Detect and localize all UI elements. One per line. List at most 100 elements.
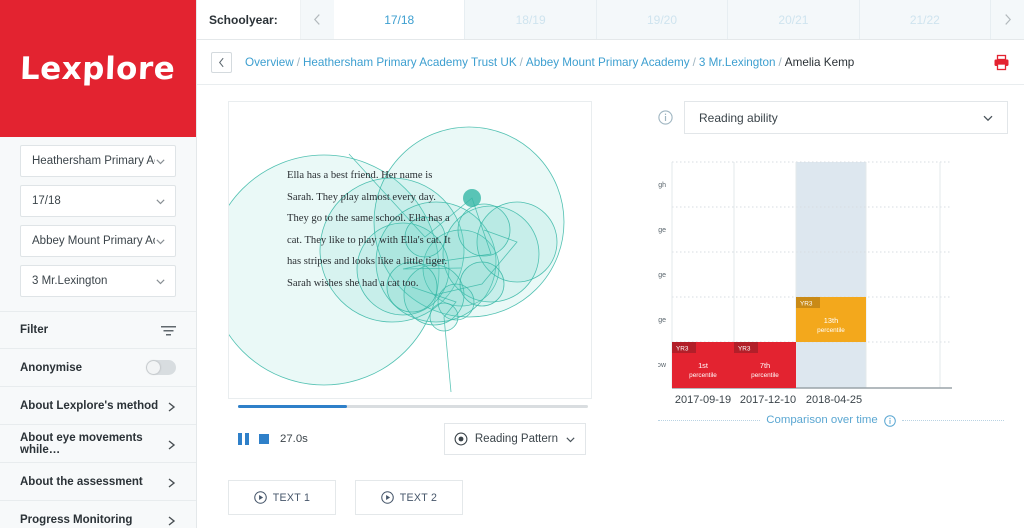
bar-unit-label: percentile [817, 327, 845, 334]
text-2-button[interactable]: TEXT 2 [355, 480, 463, 515]
gaze-plot-card[interactable]: Ella has a best friend. Her name is Sara… [228, 101, 592, 399]
schoolyear-tab-20-21[interactable]: 20/21 [728, 0, 860, 39]
breadcrumb-current-student: Amelia Kemp [784, 55, 855, 69]
info-icon[interactable] [658, 110, 673, 125]
playback-seekbar[interactable] [238, 405, 588, 408]
chevron-down-icon [155, 196, 166, 207]
reading-ability-chart[interactable]: YR3 1st percentile YR3 7th percentile YR… [658, 158, 1008, 406]
trust-select-wrap: Heathersham Primary Ac. [0, 137, 196, 177]
chevron-down-icon [155, 276, 166, 287]
chart-bar-2017-12-10: YR3 7th percentile [734, 342, 796, 388]
metric-select[interactable]: Reading ability [684, 101, 1008, 134]
divider-right [901, 419, 1005, 421]
text-2-label: TEXT 2 [399, 491, 438, 504]
chart-svg: YR3 1st percentile YR3 7th percentile YR… [658, 161, 952, 406]
schoolyear-bar: Schoolyear: 17/18 18/19 19/20 20/21 21/2… [197, 0, 1024, 40]
playback-time: 27.0s [280, 433, 308, 445]
class-select-value: 3 Mr.Lexington [32, 275, 108, 287]
filter-row[interactable]: Filter [0, 311, 196, 349]
brand-logo-text: Lexplore [19, 50, 177, 87]
schoolyear-label: Schoolyear: [197, 0, 301, 39]
x-tick-1: 2017-09-19 [675, 394, 731, 406]
playback-controls: 27.0s Reading Pattern TEXT 1 TEXT 2 [228, 399, 592, 515]
content-area: Ella has a best friend. Her name is Sara… [197, 85, 1024, 515]
filter-icon [161, 324, 176, 336]
breadcrumb-separator: / [692, 55, 696, 69]
reading-pattern-dropdown[interactable]: Reading Pattern [443, 423, 586, 455]
playback-row: 27.0s Reading Pattern [228, 423, 592, 455]
chevron-right-icon [167, 476, 176, 488]
story-line: cat. They like to play with Ella's cat. … [287, 234, 451, 246]
info-icon[interactable] [883, 414, 896, 427]
school-select-value: Abbey Mount Primary Ac [32, 235, 155, 247]
schoolyear-tab-18-19[interactable]: 18/19 [465, 0, 597, 39]
sidebar-item-label: About the assessment [20, 475, 143, 488]
chart-header: Reading ability [658, 101, 1008, 134]
breadcrumb-bar: Overview / Heathersham Primary Academy Tru… [197, 40, 1024, 85]
trust-select-value: Heathersham Primary Ac. [32, 155, 155, 167]
schoolyear-tab-21-22[interactable]: 21/22 [859, 0, 992, 39]
reading-text: Ella has a best friend. Her name is Sara… [287, 165, 547, 295]
trust-select[interactable]: Heathersham Primary Ac. [20, 145, 176, 177]
y-tick-high: High [658, 182, 666, 189]
comparison-over-time-link[interactable]: Comparison over time [766, 414, 877, 426]
sidebar-item-about-method[interactable]: About Lexplore's method [0, 387, 196, 425]
year-select[interactable]: 17/18 [20, 185, 176, 217]
back-button[interactable] [211, 51, 232, 73]
sidebar-body: Heathersham Primary Ac. 17/18 Abbey Moun… [0, 137, 196, 528]
schoolyear-tabs: 17/18 18/19 19/20 20/21 21/22 [334, 0, 992, 39]
x-tick-2: 2017-12-10 [740, 394, 796, 406]
text-1-button[interactable]: TEXT 1 [228, 480, 336, 515]
class-select[interactable]: 3 Mr.Lexington [20, 265, 176, 297]
target-icon [454, 432, 468, 446]
school-select[interactable]: Abbey Mount Primary Ac [20, 225, 176, 257]
chart-highlight-column [796, 162, 866, 388]
chevron-down-icon [155, 156, 166, 167]
chevron-down-icon [566, 436, 575, 442]
y-tick-below-average: Below average [658, 317, 666, 324]
chevron-down-icon [155, 236, 166, 247]
print-icon[interactable] [993, 54, 1010, 71]
chevron-right-icon [167, 400, 176, 412]
sidebar: Lexplore Heathersham Primary Ac. 17/18 A… [0, 0, 197, 528]
breadcrumb-separator: / [778, 55, 782, 69]
schoolyear-prev-button[interactable] [301, 0, 334, 39]
breadcrumb-item-class[interactable]: 3 Mr.Lexington [699, 56, 776, 69]
bar-value-label: 1st [698, 361, 708, 370]
bar-tag-label: YR3 [738, 346, 751, 353]
schoolyear-next-button[interactable] [991, 0, 1024, 39]
play-icon [253, 491, 267, 504]
brand-logo[interactable]: Lexplore [0, 0, 196, 137]
breadcrumb-item-school[interactable]: Abbey Mount Primary Academy [526, 56, 690, 69]
comparison-over-time-row: Comparison over time [658, 414, 1008, 427]
sidebar-item-about-eye-movements[interactable]: About eye movements while… [0, 425, 196, 463]
pause-button[interactable] [238, 433, 249, 445]
class-select-wrap: 3 Mr.Lexington [0, 257, 196, 297]
breadcrumb-item-overview[interactable]: Overview [245, 56, 294, 69]
story-line: has stripes and looks like a little tige… [287, 256, 448, 268]
breadcrumb-item-trust[interactable]: Heathersham Primary Academy Trust UK [303, 56, 517, 69]
story-line: Sarah wishes she had a cat too. [287, 277, 419, 289]
x-tick-3: 2018-04-25 [806, 394, 862, 406]
reading-pattern-label: Reading Pattern [474, 433, 558, 445]
text-1-label: TEXT 1 [272, 491, 311, 504]
sidebar-item-label: Progress Monitoring [20, 513, 133, 526]
sidebar-item-label: About Lexplore's method [20, 399, 159, 412]
schoolyear-tab-19-20[interactable]: 19/20 [596, 0, 729, 39]
y-tick-low: Low [658, 362, 667, 369]
anonymise-toggle[interactable] [146, 360, 176, 375]
bar-value-label: 7th [760, 361, 770, 370]
bar-unit-label: percentile [751, 372, 779, 379]
year-select-wrap: 17/18 [0, 177, 196, 217]
stop-button[interactable] [259, 433, 270, 445]
chevron-right-icon [167, 438, 176, 450]
schoolyear-tab-17-18[interactable]: 17/18 [334, 0, 466, 39]
anonymise-row[interactable]: Anonymise [0, 349, 196, 387]
sidebar-item-progress-monitoring[interactable]: Progress Monitoring [0, 501, 196, 528]
app-root: Lexplore Heathersham Primary Ac. 17/18 A… [0, 0, 1024, 528]
anonymise-label: Anonymise [20, 361, 82, 374]
bar-value-label: 13th [824, 316, 838, 325]
chevron-right-icon [167, 514, 176, 526]
bar-tag-label: YR3 [676, 346, 689, 353]
sidebar-item-about-assessment[interactable]: About the assessment [0, 463, 196, 501]
